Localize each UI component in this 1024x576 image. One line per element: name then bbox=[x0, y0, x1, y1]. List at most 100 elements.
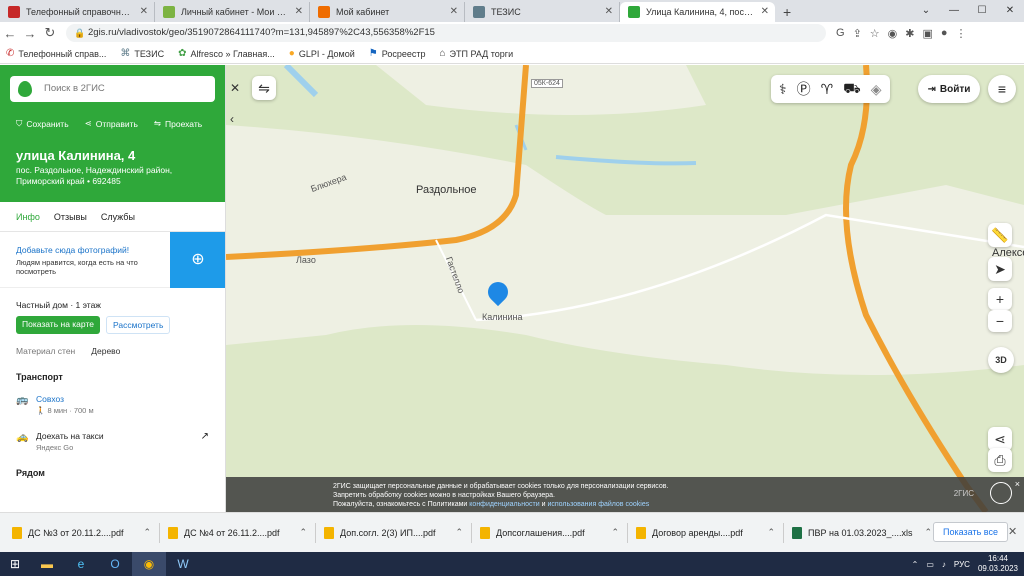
ruler-button[interactable]: 📏 bbox=[988, 223, 1012, 247]
url-field[interactable]: 🔒 2gis.ru/vladivostok/geo/351907286411174… bbox=[66, 24, 826, 42]
hospital-icon[interactable]: ⚕ bbox=[779, 81, 787, 98]
maximize-icon[interactable]: ☐ bbox=[968, 0, 996, 22]
download-item[interactable]: Допсоглашения....pdf ⌃ bbox=[480, 522, 628, 543]
add-photo-link[interactable]: Добавьте сюда фотографий! bbox=[16, 245, 129, 255]
download-item[interactable]: ПВР на 01.03.2023_....xls ⌃ bbox=[792, 523, 940, 543]
download-item[interactable]: Договор аренды....pdf ⌃ bbox=[636, 522, 784, 543]
map-label-street: Лазо bbox=[296, 255, 316, 265]
bookmark-item[interactable]: ⚑ Росреестр bbox=[369, 48, 426, 59]
tray-chevron-icon[interactable]: ⌃ bbox=[912, 560, 919, 569]
search-input[interactable]: Поиск в 2ГИС bbox=[10, 76, 215, 102]
share-button[interactable]: ⋖ Отправить bbox=[85, 118, 138, 129]
map-graphics bbox=[226, 65, 1024, 512]
download-item[interactable]: ДС №4 от 26.11.2....pdf ⌃ bbox=[168, 522, 316, 543]
extension-icon[interactable]: ◉ bbox=[888, 27, 898, 40]
share-icon[interactable]: ⇪ bbox=[853, 27, 862, 40]
browser-tab-strip: Телефонный справочник АО Са... ✕ Личный к… bbox=[0, 0, 1024, 22]
taxi-item[interactable]: 🚕 Доехать на такси Яндекс Go ↗ bbox=[0, 415, 225, 452]
my-location-button[interactable]: ➤ bbox=[988, 257, 1012, 281]
volume-icon[interactable]: ♪ bbox=[942, 560, 946, 569]
layers-icon[interactable]: ◈ bbox=[871, 81, 882, 98]
bookmark-item[interactable]: ✿ Alfresco » Главная... bbox=[178, 48, 275, 59]
chevron-up-icon[interactable]: ⌃ bbox=[924, 527, 932, 538]
url-text: 2gis.ru/vladivostok/geo/3519072864111740… bbox=[88, 27, 435, 38]
profile-icon[interactable]: ● bbox=[941, 27, 948, 40]
bookmark-item[interactable]: ⌂ ЭТП РАД торги bbox=[439, 48, 513, 59]
route-button[interactable]: ⇋ Проехать bbox=[154, 118, 202, 129]
close-window-icon[interactable]: ✕ bbox=[996, 0, 1024, 22]
close-tab-icon[interactable]: ✕ bbox=[295, 2, 303, 22]
parking-icon[interactable]: Ⓟ bbox=[797, 79, 811, 99]
language-indicator[interactable]: РУС bbox=[954, 560, 970, 569]
view-3d-button[interactable]: 3D bbox=[988, 347, 1014, 373]
traffic-icon[interactable]: ♈ bbox=[821, 81, 834, 98]
new-tab-button[interactable]: + bbox=[775, 2, 799, 22]
show-all-downloads-button[interactable]: Показать все bbox=[933, 522, 1008, 542]
map-canvas[interactable]: Раздольное Калинина Лазо Гастелло Блюхер… bbox=[226, 65, 1024, 512]
chevron-up-icon[interactable]: ⌃ bbox=[299, 527, 307, 538]
bookmark-item[interactable]: ● GLPI - Домой bbox=[289, 48, 355, 59]
chevron-up-icon[interactable]: ⌃ bbox=[455, 527, 463, 538]
google-icon[interactable]: G bbox=[836, 27, 845, 40]
stop-name[interactable]: Совхоз bbox=[36, 394, 225, 404]
browser-tab[interactable]: Мой кабинет ✕ bbox=[310, 2, 465, 22]
print-button[interactable]: ⎙ bbox=[988, 448, 1012, 472]
clock[interactable]: 16:44 09.03.2023 bbox=[978, 554, 1018, 574]
transport-icon[interactable]: ⛟ bbox=[843, 80, 861, 99]
stop-item[interactable]: 🚌 Совхоз 🚶 8 мин · 700 м bbox=[0, 382, 225, 415]
transport-heading: Транспорт bbox=[16, 372, 63, 382]
back-arrow-icon[interactable]: ← bbox=[0, 26, 20, 41]
star-icon[interactable]: ☆ bbox=[870, 27, 880, 40]
reload-icon[interactable]: ↻ bbox=[40, 25, 60, 41]
close-downloads-icon[interactable]: ✕ bbox=[1008, 525, 1017, 538]
add-photo-button[interactable]: ⊕ bbox=[170, 232, 225, 288]
cookies-policy-link[interactable]: использования файлов cookies bbox=[547, 501, 649, 508]
close-tab-icon[interactable]: ✕ bbox=[761, 2, 769, 22]
bookmark-item[interactable]: ⌘ ТЕЗИС bbox=[120, 48, 164, 59]
close-tab-icon[interactable]: ✕ bbox=[450, 2, 458, 22]
privacy-link[interactable]: конфиденциальности bbox=[469, 501, 539, 508]
tab-info[interactable]: Инфо bbox=[16, 212, 40, 231]
internet-explorer-icon[interactable]: e bbox=[64, 552, 98, 576]
zoom-in-button[interactable]: + bbox=[988, 288, 1012, 310]
close-card-icon[interactable]: ✕ bbox=[230, 81, 240, 95]
chat-icon[interactable] bbox=[990, 482, 1012, 504]
chevron-up-icon[interactable]: ⌃ bbox=[143, 527, 151, 538]
bookmark-icon: ⛉ bbox=[16, 118, 23, 128]
collapse-panel-icon[interactable]: ‹ bbox=[230, 112, 234, 126]
routes-button[interactable]: ⇋ bbox=[252, 76, 276, 100]
network-icon[interactable]: ▭ bbox=[926, 560, 934, 569]
view-button[interactable]: Рассмотреть bbox=[105, 316, 171, 334]
file-explorer-icon[interactable]: ▬ bbox=[30, 552, 64, 576]
tab-services[interactable]: Службы bbox=[101, 212, 135, 231]
close-tab-icon[interactable]: ✕ bbox=[605, 2, 613, 22]
minimize-icon[interactable]: — bbox=[940, 0, 968, 22]
map-label-road: 05К-624 bbox=[531, 79, 563, 88]
chevron-up-icon[interactable]: ⌃ bbox=[611, 527, 619, 538]
zoom-out-button[interactable]: − bbox=[988, 310, 1012, 332]
chevron-up-icon[interactable]: ⌃ bbox=[767, 527, 775, 538]
show-on-map-button[interactable]: Показать на карте bbox=[16, 316, 100, 334]
tab-reviews[interactable]: Отзывы bbox=[54, 212, 87, 231]
browser-tab[interactable]: Личный кабинет - Мои объявл... ✕ bbox=[155, 2, 310, 22]
outlook-icon[interactable]: O bbox=[98, 552, 132, 576]
close-tab-icon[interactable]: ✕ bbox=[140, 2, 148, 22]
word-icon[interactable]: W bbox=[166, 552, 200, 576]
forward-arrow-icon[interactable]: → bbox=[20, 26, 40, 41]
windows-start-icon[interactable]: ⊞ bbox=[0, 557, 30, 571]
download-item[interactable]: ДС №3 от 20.11.2....pdf ⌃ bbox=[12, 522, 160, 543]
menu-kebab-icon[interactable]: ⋮ bbox=[956, 27, 967, 40]
bookmark-item[interactable]: ✆ Телефонный справ... bbox=[6, 48, 106, 59]
chevron-down-icon[interactable]: ⌄ bbox=[912, 0, 940, 22]
browser-tab[interactable]: Телефонный справочник АО Са... ✕ bbox=[0, 2, 155, 22]
download-item[interactable]: Доп.согл. 2(3) ИП....pdf ⌃ bbox=[324, 522, 472, 543]
login-button[interactable]: ⇥ Войти bbox=[918, 75, 980, 103]
browser-tab-active[interactable]: Улица Калинина, 4, пос. Раздол... ✕ bbox=[620, 2, 775, 22]
save-button[interactable]: ⛉ Сохранить bbox=[16, 118, 69, 129]
menu-icon[interactable]: ≡ bbox=[988, 75, 1016, 103]
close-cookie-button[interactable]: × bbox=[1015, 480, 1020, 489]
chrome-icon[interactable]: ◉ bbox=[132, 552, 166, 576]
sidepanel-icon[interactable]: ▣ bbox=[922, 27, 932, 40]
browser-tab[interactable]: ТЕЗИС ✕ bbox=[465, 2, 620, 22]
puzzle-icon[interactable]: ✱ bbox=[905, 27, 914, 40]
